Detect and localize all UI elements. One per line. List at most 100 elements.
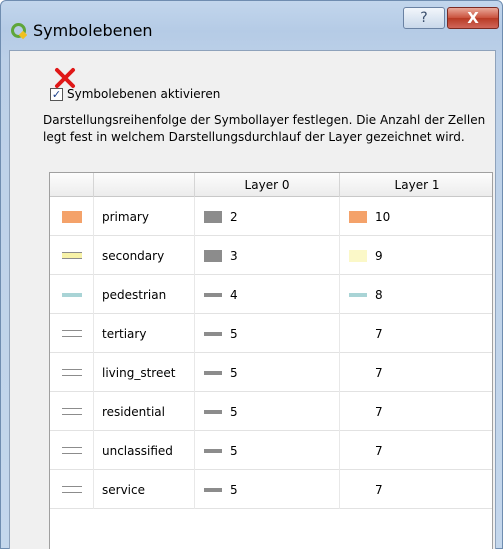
layer-0-cell[interactable]: 5	[195, 353, 340, 392]
table-row[interactable]: secondary 3 9	[50, 236, 492, 275]
row-symbol-cell	[50, 392, 94, 431]
close-icon: X	[467, 9, 479, 27]
row-name-label: service	[102, 482, 145, 497]
row-name-cell: pedestrian	[94, 275, 195, 314]
symbol-preview-icon	[61, 292, 82, 297]
row-name-label: residential	[102, 404, 165, 419]
table-row[interactable]: tertiary 5 7	[50, 314, 492, 353]
layer-0-value: 2	[230, 209, 238, 224]
table-row[interactable]: living_street 5 7	[50, 353, 492, 392]
row-name-cell: tertiary	[94, 314, 195, 353]
symbol-levels-table[interactable]: Layer 0 Layer 1 primary 2 10 secondary 3 9 ped…	[49, 172, 493, 549]
layer-0-value: 5	[230, 365, 238, 380]
layer-1-value: 7	[375, 365, 383, 380]
help-button[interactable]: ?	[403, 7, 445, 29]
layer-0-swatch-icon	[204, 249, 222, 262]
table-row[interactable]: pedestrian 4 8	[50, 275, 492, 314]
row-name-cell: secondary	[94, 236, 195, 275]
layer-1-swatch-icon	[349, 210, 367, 223]
layer-1-cell[interactable]: 7	[340, 314, 492, 353]
row-symbol-cell	[50, 431, 94, 470]
table-header: Layer 0 Layer 1	[50, 173, 492, 197]
header-layer-0[interactable]: Layer 0	[195, 173, 340, 197]
layer-1-cell[interactable]: 10	[340, 197, 492, 236]
layer-0-cell[interactable]: 5	[195, 314, 340, 353]
header-name-column	[94, 173, 195, 197]
layer-1-cell[interactable]: 7	[340, 353, 492, 392]
layer-1-cell[interactable]: 7	[340, 392, 492, 431]
layer-1-value: 8	[375, 287, 383, 302]
layer-0-value: 3	[230, 248, 238, 263]
symbol-preview-icon	[61, 486, 82, 493]
layer-0-value: 4	[230, 287, 238, 302]
row-name-label: tertiary	[102, 326, 147, 341]
close-button[interactable]: X	[447, 7, 499, 29]
layer-0-value: 5	[230, 404, 238, 419]
row-name-label: pedestrian	[102, 287, 167, 302]
window-title: Symbolebenen	[33, 21, 153, 40]
row-name-cell: residential	[94, 392, 195, 431]
symbol-preview-icon	[61, 447, 82, 454]
layer-0-cell[interactable]: 5	[195, 431, 340, 470]
layer-1-value: 7	[375, 482, 383, 497]
layer-1-value: 10	[375, 209, 391, 224]
table-row[interactable]: primary 2 10	[50, 197, 492, 236]
layer-1-swatch-icon	[349, 445, 367, 457]
symbol-preview-icon	[61, 408, 82, 415]
layer-0-cell[interactable]: 3	[195, 236, 340, 275]
row-name-cell: unclassified	[94, 431, 195, 470]
layer-0-swatch-icon	[204, 292, 222, 297]
layer-1-swatch-icon	[349, 292, 367, 297]
layer-1-value: 7	[375, 443, 383, 458]
symbol-preview-icon	[61, 210, 82, 223]
table-row[interactable]: residential 5 7	[50, 392, 492, 431]
symbol-preview-icon	[61, 330, 82, 337]
symbol-preview-icon	[61, 369, 82, 376]
header-layer-1[interactable]: Layer 1	[340, 173, 492, 197]
dialog-window: Symbolebenen ? X ✓ Symbolebenen aktivier…	[0, 0, 503, 549]
layer-1-value: 7	[375, 404, 383, 419]
row-symbol-cell	[50, 236, 94, 275]
layer-1-cell[interactable]: 8	[340, 275, 492, 314]
row-name-cell: living_street	[94, 353, 195, 392]
layer-0-cell[interactable]: 5	[195, 470, 340, 509]
layer-0-cell[interactable]: 4	[195, 275, 340, 314]
title-bar: Symbolebenen ? X	[1, 1, 503, 51]
row-name-cell: service	[94, 470, 195, 509]
layer-0-value: 5	[230, 326, 238, 341]
row-name-label: living_street	[102, 365, 176, 380]
layer-0-swatch-icon	[204, 210, 222, 223]
row-symbol-cell	[50, 314, 94, 353]
layer-1-swatch-icon	[349, 484, 367, 496]
layer-1-value: 7	[375, 326, 383, 341]
description-text: Darstellungsreihenfolge der Symbollayer …	[43, 113, 486, 144]
layer-0-swatch-icon	[204, 331, 222, 336]
layer-0-swatch-icon	[204, 370, 222, 375]
enable-symbol-levels-label[interactable]: Symbolebenen aktivieren	[67, 87, 220, 101]
row-symbol-cell	[50, 275, 94, 314]
layer-1-value: 9	[375, 248, 383, 263]
layer-1-swatch-icon	[349, 367, 367, 379]
layer-0-cell[interactable]: 2	[195, 197, 340, 236]
layer-1-cell[interactable]: 7	[340, 431, 492, 470]
row-symbol-cell	[50, 197, 94, 236]
table-row[interactable]: service 5 7	[50, 470, 492, 509]
layer-0-value: 5	[230, 443, 238, 458]
header-icon-column	[50, 173, 94, 197]
row-name-label: secondary	[102, 248, 165, 263]
table-row[interactable]: unclassified 5 7	[50, 431, 492, 470]
red-x-icon	[55, 68, 75, 88]
layer-1-swatch-icon	[349, 249, 367, 262]
layer-0-swatch-icon	[204, 409, 222, 414]
row-name-label: primary	[102, 209, 149, 224]
layer-1-cell[interactable]: 7	[340, 470, 492, 509]
layer-1-cell[interactable]: 9	[340, 236, 492, 275]
row-symbol-cell	[50, 353, 94, 392]
layer-1-swatch-icon	[349, 406, 367, 418]
layer-0-swatch-icon	[204, 487, 222, 492]
row-symbol-cell	[50, 470, 94, 509]
layer-0-value: 5	[230, 482, 238, 497]
symbol-preview-icon	[61, 252, 82, 259]
layer-0-cell[interactable]: 5	[195, 392, 340, 431]
enable-symbol-levels-checkbox[interactable]: ✓	[50, 87, 63, 101]
